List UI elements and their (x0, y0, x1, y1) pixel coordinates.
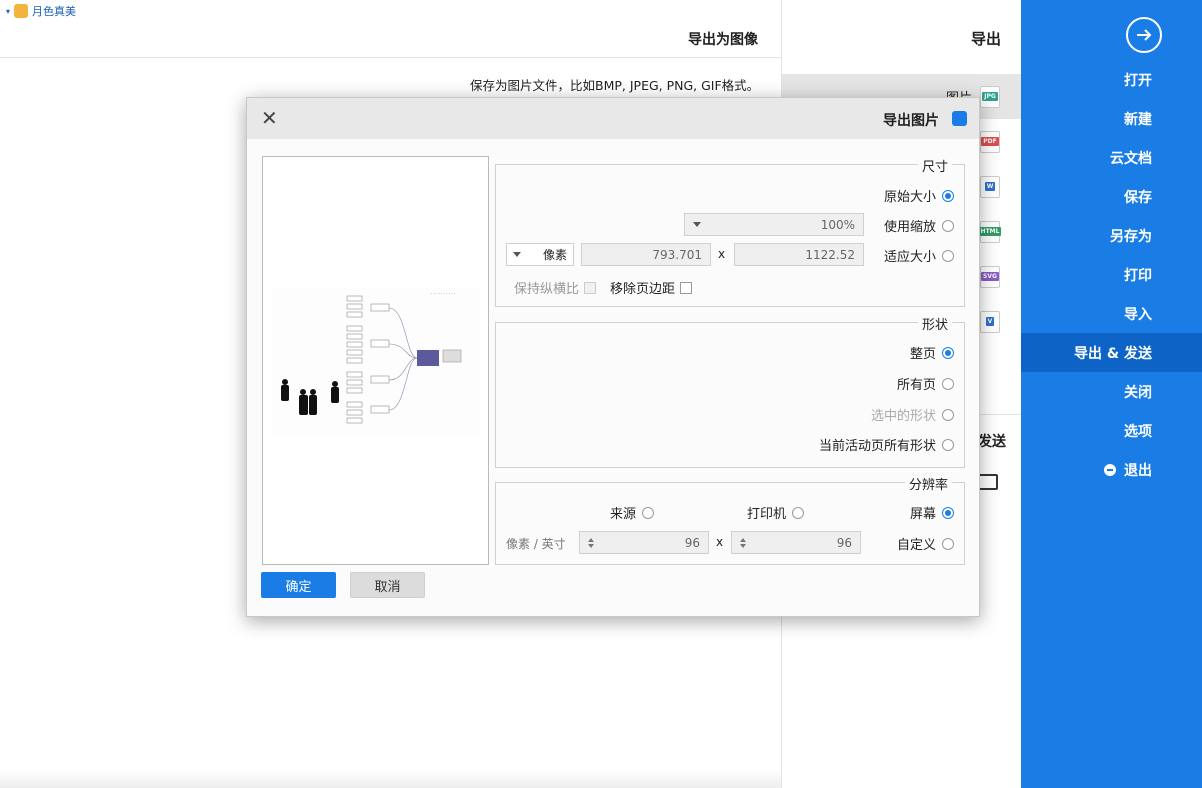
jpg-file-icon: JPG (980, 85, 1000, 108)
export-preview: · · · · · · · · · · · · · (262, 156, 489, 565)
file-menu-sidebar: 打开 新建 云文档 保存 另存为 打印 导入 导出 & 发送 关闭 选项 退出 (1021, 0, 1202, 788)
app-logo-icon (952, 111, 967, 126)
dpi-unit-label: 像素 / 英寸 (506, 537, 566, 551)
whole-page-option[interactable]: 整页 (910, 343, 954, 362)
content-title: 导出为图像 (688, 32, 758, 48)
printer-radio[interactable] (792, 506, 804, 519)
shape-group: 形状 整页 所有页 选中的形状 当前活动页所有形状 (495, 314, 965, 468)
sidebar-item-save[interactable]: 保存 (1021, 177, 1202, 216)
svg-file-icon: SVG (980, 265, 1000, 288)
sidebar-item-export-send[interactable]: 导出 & 发送 (1021, 333, 1202, 372)
visio-file-icon: V (980, 310, 1000, 333)
export-panel-title: 导出 (970, 30, 1001, 48)
times-separator: x (718, 247, 726, 261)
back-button[interactable] (1126, 17, 1162, 53)
bottom-shade (0, 770, 781, 788)
scale-label: 使用缩放 (883, 220, 936, 235)
spinner-icon[interactable] (588, 537, 594, 548)
sidebar-menu: 打开 新建 云文档 保存 另存为 打印 导入 导出 & 发送 关闭 选项 退出 (1021, 60, 1202, 489)
keep-ratio-option[interactable]: 保持纵横比 (514, 278, 597, 297)
dpi-x-input[interactable]: 96 (731, 531, 861, 554)
size-unit-select[interactable]: 像素 (506, 243, 574, 266)
word-file-icon: W (980, 175, 1000, 198)
brand-label: 月色真美 (32, 5, 77, 18)
scale-radio[interactable] (942, 219, 954, 232)
all-pages-option[interactable]: 所有页 (897, 374, 954, 393)
ok-button[interactable]: 确定 (261, 572, 336, 598)
remove-margin-option[interactable]: 移除页边距 (610, 278, 693, 297)
custom-option[interactable]: 自定义 (897, 534, 954, 553)
remove-margin-label: 移除页边距 (610, 282, 676, 297)
fit-size-option[interactable]: 适应大小 (884, 246, 954, 265)
selected-shapes-radio[interactable] (942, 408, 954, 421)
selected-shapes-option[interactable]: 选中的形状 (871, 405, 954, 424)
chevron-down-icon (513, 252, 521, 257)
sidebar-item-new[interactable]: 新建 (1021, 99, 1202, 138)
sidebar-item-open[interactable]: 打开 (1021, 60, 1202, 99)
remove-margin-checkbox[interactable] (680, 281, 693, 294)
sidebar-item-exit[interactable]: 退出 (1021, 450, 1202, 489)
dpi-y-input[interactable]: 96 (579, 531, 709, 554)
vip-icon (14, 4, 29, 18)
content-description: 保存为图片文件，比如BMP, JPEG, PNG, GIF格式。 (470, 78, 760, 93)
scale-option[interactable]: 使用缩放 (884, 216, 954, 235)
height-input[interactable]: 793.701 (581, 243, 711, 266)
dialog-header: ✕ 导出图片 (247, 98, 979, 139)
custom-radio[interactable] (942, 537, 954, 550)
all-pages-radio[interactable] (942, 377, 954, 390)
sidebar-item-import[interactable]: 导入 (1021, 294, 1202, 333)
send-section-label: 发送 (978, 434, 1006, 450)
original-size-radio[interactable] (942, 189, 954, 202)
times-separator: x (716, 535, 724, 549)
html-file-icon: HTML (978, 220, 1002, 243)
resolution-group-label: 分辨率 (904, 474, 952, 493)
source-option[interactable]: 来源 (610, 503, 654, 522)
source-radio[interactable] (642, 506, 654, 519)
chevron-down-icon (693, 222, 701, 227)
sidebar-item-options[interactable]: 选项 (1021, 411, 1202, 450)
keep-ratio-label: 保持纵横比 (514, 282, 580, 297)
exit-icon (1104, 463, 1116, 476)
sidebar-item-close[interactable]: 关闭 (1021, 372, 1202, 411)
close-icon[interactable]: ✕ (261, 108, 278, 128)
arrow-right-icon (1137, 29, 1152, 41)
export-image-dialog: ✕ 导出图片 · · · · · · · · · · · · · 尺寸 原始大小… (246, 97, 980, 617)
whole-page-radio[interactable] (942, 346, 954, 359)
preview-thumbnail: · · · · · · · · · · · · · (271, 288, 480, 436)
original-size-label: 原始大小 (883, 190, 936, 205)
sidebar-item-print[interactable]: 打印 (1021, 255, 1202, 294)
fit-size-label: 适应大小 (883, 250, 936, 265)
sidebar-item-cloud[interactable]: 云文档 (1021, 138, 1202, 177)
width-input[interactable]: 1122.52 (734, 243, 864, 266)
scale-select[interactable]: 100% (684, 213, 864, 236)
dialog-title: 导出图片 (883, 113, 939, 129)
mail-icon[interactable] (978, 474, 998, 490)
svg-text:· · ·: · · · (326, 317, 331, 321)
shape-group-label: 形状 (917, 314, 952, 333)
screen-radio[interactable] (942, 506, 954, 519)
fit-size-radio[interactable] (942, 249, 954, 262)
size-group: 尺寸 原始大小 使用缩放 100% 适应大小 1122.52 x 793.701… (495, 156, 965, 307)
keep-ratio-checkbox[interactable] (584, 281, 597, 294)
current-page-shapes-option[interactable]: 当前活动页所有形状 (819, 435, 954, 454)
pdf-file-icon: PDF (980, 130, 1000, 153)
scale-value: 100% (820, 217, 855, 232)
svg-text:· · · · · · · · · ·: · · · · · · · · · · (431, 291, 455, 296)
original-size-option[interactable]: 原始大小 (884, 186, 954, 205)
screen-option[interactable]: 屏幕 (910, 503, 954, 522)
sidebar-item-save-as[interactable]: 另存为 (1021, 216, 1202, 255)
cancel-button[interactable]: 取消 (350, 572, 425, 598)
brand-badge[interactable]: ▾ 月色真美 (6, 3, 76, 19)
chevron-down-icon[interactable]: ▾ (6, 7, 10, 16)
size-group-label: 尺寸 (917, 156, 952, 175)
spinner-icon[interactable] (740, 537, 746, 548)
printer-option[interactable]: 打印机 (747, 503, 804, 522)
resolution-group: 分辨率 屏幕 打印机 来源 自定义 96 x 96 像素 / 英寸 (495, 474, 965, 565)
current-page-shapes-radio[interactable] (942, 438, 954, 451)
